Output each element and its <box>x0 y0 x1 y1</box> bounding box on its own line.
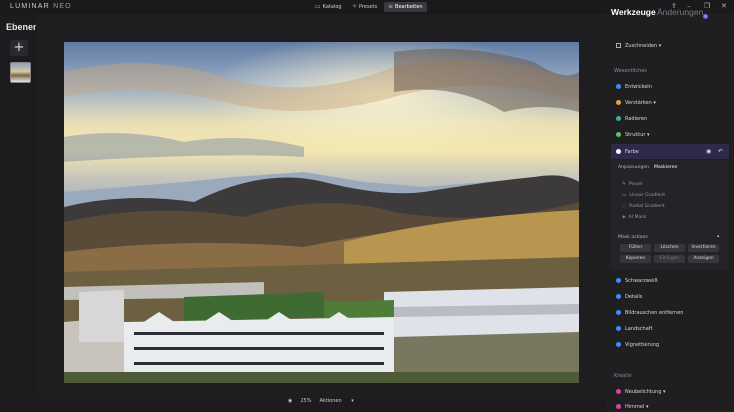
sky-icon <box>616 404 621 409</box>
brush-icon: ✎ <box>622 182 626 187</box>
tool-himmel[interactable]: Himmel ▾ <box>616 404 648 410</box>
radial-gradient-icon: ◌ <box>622 204 627 209</box>
landscape-icon <box>616 326 621 331</box>
action-einfuegen: Einfügen <box>654 255 685 263</box>
subtab-anpassungen[interactable]: Anpassungen <box>618 165 649 170</box>
add-layer-button[interactable]: + <box>10 40 28 56</box>
develop-icon <box>616 84 621 89</box>
tool-verstaerken[interactable]: Verstärken ▾ <box>616 100 656 106</box>
crop-icon <box>616 43 621 48</box>
tool-vignettierung[interactable]: Vignettierung <box>616 342 659 348</box>
bottom-bar: ◉ 25% Aktionen ▾ <box>288 398 362 404</box>
tool-details[interactable]: Details <box>616 294 642 300</box>
erase-icon <box>616 116 621 121</box>
nav-bearbeiten[interactable]: ≡ Bearbeiten <box>384 2 427 12</box>
chevron-up-icon[interactable]: ▴ <box>717 234 719 239</box>
tool-neubelichtung[interactable]: Neubelichtung ▾ <box>616 389 666 395</box>
bw-icon <box>616 278 621 283</box>
denoise-icon <box>616 310 621 315</box>
app-logo: LUMINAR NEO <box>10 3 72 10</box>
section-wesentliches: Wesentliches <box>614 68 647 74</box>
section-kreativ: Kreativ <box>614 373 632 379</box>
tool-struktur[interactable]: Struktur ▾ <box>616 132 650 138</box>
action-kopieren[interactable]: Kopieren <box>620 255 651 263</box>
reset-icon[interactable]: ↶ <box>718 148 723 155</box>
sliders-icon: ≡ <box>388 3 394 10</box>
ai-mask-icon: ◈ <box>622 215 626 220</box>
close-icon[interactable]: ✕ <box>721 2 727 10</box>
zoom-value[interactable]: 25% <box>300 398 311 404</box>
details-icon <box>616 294 621 299</box>
linear-gradient-icon: ▭ <box>622 193 627 198</box>
nav-presets[interactable]: ✧ Presets <box>348 2 381 12</box>
landscape-photo <box>64 42 579 383</box>
tool-radieren[interactable]: Radieren <box>616 116 647 122</box>
tool-schwarzweiss[interactable]: Schwarzweiß <box>616 278 658 284</box>
action-loeschen[interactable]: Löschen <box>654 244 685 252</box>
enhance-icon <box>616 100 621 105</box>
folder-icon: ▭ <box>315 3 321 10</box>
notification-badge: 1 <box>703 14 708 19</box>
action-invertieren[interactable]: Invertieren <box>688 244 719 252</box>
mask-pinsel[interactable]: ✎ Pinsel <box>622 182 642 187</box>
tool-landschaft[interactable]: Landschaft <box>616 326 652 332</box>
layers-title: Ebenen <box>6 22 39 32</box>
tool-entwickeln[interactable]: Entwickeln <box>616 84 652 90</box>
tab-werkzeuge[interactable]: Werkzeuge <box>611 7 656 17</box>
photo-canvas[interactable] <box>64 42 579 383</box>
actions-menu[interactable]: Aktionen ▾ <box>320 398 354 404</box>
mask-actions-title: Mask actions <box>618 235 648 240</box>
layer-thumbnail[interactable] <box>10 62 31 83</box>
tool-farbe[interactable]: Farbe <box>616 149 639 155</box>
tool-bildrauschen[interactable]: Bildrauschen entfernen <box>616 310 683 316</box>
tab-aenderungen[interactable]: Änderungen <box>657 7 703 17</box>
action-fuellen[interactable]: Füllen <box>620 244 651 252</box>
tool-zuschneiden[interactable]: Zuschneiden ▾ <box>616 43 661 49</box>
maximize-icon[interactable]: ❐ <box>704 2 710 10</box>
presets-icon: ✧ <box>352 3 358 10</box>
visibility-eye-icon[interactable]: ◉ <box>706 148 711 155</box>
mask-ai[interactable]: ◈ AI Mask <box>622 215 646 220</box>
vignette-icon <box>616 342 621 347</box>
action-anzeigen[interactable]: Anzeigen <box>688 255 719 263</box>
relight-icon <box>616 389 621 394</box>
structure-icon <box>616 132 621 137</box>
eye-icon[interactable]: ◉ <box>288 398 292 404</box>
mask-radial-gradient[interactable]: ◌ Radial Gradient <box>622 204 665 209</box>
mask-linear-gradient[interactable]: ▭ Linear Gradient <box>622 193 665 198</box>
subtab-maskieren[interactable]: Maskieren <box>654 165 677 170</box>
nav-katalog[interactable]: ▭ Katalog <box>311 2 346 12</box>
color-icon <box>616 149 621 154</box>
